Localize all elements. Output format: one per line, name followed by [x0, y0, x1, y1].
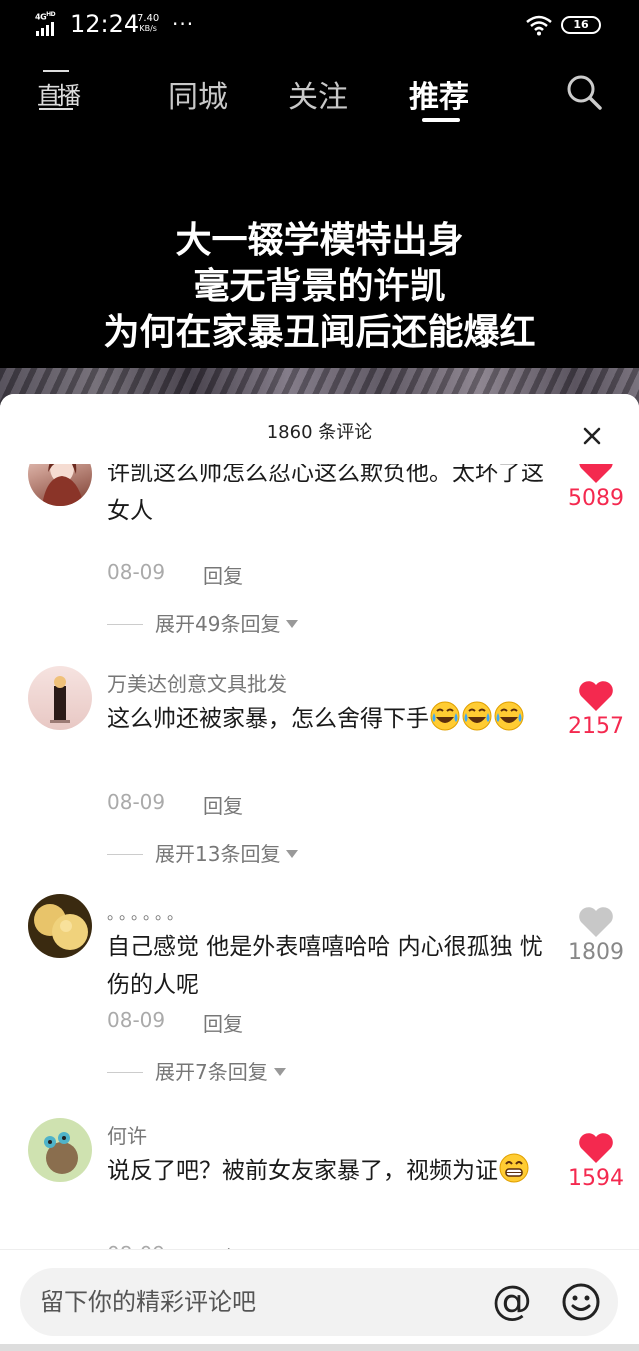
search-icon[interactable]: [564, 72, 604, 112]
expand-replies-button[interactable]: 展开13条回复: [107, 838, 299, 867]
mention-button[interactable]: @: [490, 1278, 534, 1326]
emoji-picker-icon[interactable]: [560, 1281, 602, 1323]
like-button[interactable]: 2157: [560, 680, 632, 739]
system-nav-strip: [0, 1344, 639, 1351]
laugh-cry-emoji-icon: [462, 701, 492, 731]
comment-panel: 许凯这么帅怎么忍心这么欺负他。太坏了这女人 08-09 回复 展开49条回复 5…: [0, 394, 639, 1351]
comment-list[interactable]: 许凯这么帅怎么忍心这么欺负他。太坏了这女人 08-09 回复 展开49条回复 5…: [0, 394, 639, 1249]
clock: 12:24: [70, 10, 140, 38]
status-bar: 4GHD 12:24 7.40 KB/s ··· 16: [0, 0, 639, 52]
comment-username[interactable]: 万美达创意文具批发: [107, 668, 287, 697]
avatar[interactable]: [28, 666, 92, 730]
video-player[interactable]: 大一辍学模特出身 毫无背景的许凯 为何在家暴丑闻后还能爆红: [0, 130, 639, 420]
reply-button[interactable]: 回复: [203, 1242, 243, 1249]
expand-replies-button[interactable]: 展开49条回复: [107, 608, 299, 637]
comment-text[interactable]: 说反了吧？被前女友家暴了，视频为证: [107, 1152, 557, 1190]
comment-input-container[interactable]: @: [20, 1268, 618, 1336]
like-button[interactable]: 1594: [560, 1132, 632, 1191]
comment-username[interactable]: 何许: [107, 1120, 147, 1149]
comment-panel-header: 1860 条评论: [0, 394, 639, 464]
grin-emoji-icon: [499, 1153, 529, 1183]
comment-date: 08-09: [107, 1008, 166, 1032]
like-count: 1809: [568, 940, 624, 965]
like-count: 1594: [568, 1166, 624, 1191]
close-icon[interactable]: [580, 424, 604, 448]
active-tab-indicator: [422, 118, 460, 122]
network-speed: 7.40 KB/s: [137, 13, 160, 34]
reply-button[interactable]: 回复: [203, 1008, 243, 1037]
reply-button[interactable]: 回复: [203, 560, 243, 589]
caret-down-icon: [286, 850, 299, 858]
tab-nearby[interactable]: 同城: [168, 72, 228, 116]
signal-icon: 4GHD: [34, 11, 64, 36]
expand-replies-button[interactable]: 展开7条回复: [107, 1056, 286, 1085]
heart-icon: [579, 1133, 613, 1163]
heart-icon: [579, 907, 613, 937]
comment-text[interactable]: 自己感觉 他是外表嘻嘻哈哈 内心很孤独 忧伤的人呢: [107, 928, 557, 1004]
like-button[interactable]: 1809: [560, 906, 632, 965]
comment-date: 08-09: [107, 1242, 165, 1249]
wifi-icon: [526, 15, 552, 36]
like-count: 2157: [568, 714, 624, 739]
video-caption: 大一辍学模特出身 毫无背景的许凯 为何在家暴丑闻后还能爆红: [103, 220, 536, 353]
comment-count: 1860 条评论: [266, 422, 373, 443]
comment-input[interactable]: [40, 1282, 470, 1322]
avatar[interactable]: [28, 1118, 92, 1182]
like-count: 5089: [568, 486, 624, 511]
laugh-cry-emoji-icon: [494, 701, 524, 731]
more-icon: ···: [172, 12, 195, 36]
comment-input-bar: @: [0, 1249, 639, 1351]
caret-down-icon: [273, 1068, 286, 1076]
comment-text[interactable]: 许凯这么帅怎么忍心这么欺负他。太坏了这女人: [107, 454, 557, 530]
tab-following[interactable]: 关注: [288, 72, 348, 116]
tab-recommended[interactable]: 推荐: [409, 72, 469, 116]
comment-date: 08-09: [107, 560, 166, 584]
laugh-cry-emoji-icon: [430, 701, 460, 731]
top-nav: 直播 同城 关注 推荐: [0, 52, 639, 130]
battery-icon: 16: [561, 16, 601, 34]
live-icon[interactable]: 直播: [35, 70, 81, 114]
comment-username[interactable]: 。。。。。。: [107, 900, 187, 924]
caret-down-icon: [286, 620, 299, 628]
heart-icon: [579, 681, 613, 711]
avatar[interactable]: [28, 894, 92, 958]
reply-button[interactable]: 回复: [203, 790, 243, 819]
comment-text[interactable]: 这么帅还被家暴，怎么舍得下手: [107, 700, 557, 738]
comment-date: 08-09: [107, 790, 166, 814]
